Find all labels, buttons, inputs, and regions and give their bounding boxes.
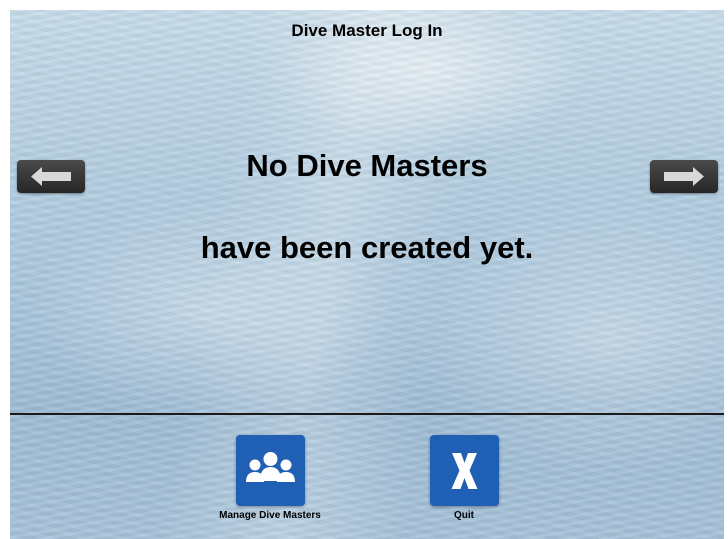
empty-message-line-2: have been created yet. bbox=[200, 230, 534, 265]
toolbar-divider bbox=[10, 413, 724, 415]
manage-dive-masters-label: Manage Dive Masters bbox=[219, 510, 321, 521]
quit-button[interactable]: Quit bbox=[394, 435, 534, 521]
x-icon bbox=[451, 453, 477, 489]
empty-message-line-1: No Dive Masters bbox=[246, 148, 488, 183]
app-screen: Dive Master Log In No Dive Masters have … bbox=[10, 10, 724, 539]
manage-dive-masters-button[interactable]: Manage Dive Masters bbox=[200, 435, 340, 521]
manage-dive-masters-tile[interactable] bbox=[235, 435, 305, 506]
water-background bbox=[10, 10, 724, 539]
quit-tile[interactable] bbox=[429, 435, 499, 506]
quit-label: Quit bbox=[454, 510, 474, 521]
page-title: Dive Master Log In bbox=[291, 21, 443, 40]
group-people-icon bbox=[245, 452, 295, 482]
